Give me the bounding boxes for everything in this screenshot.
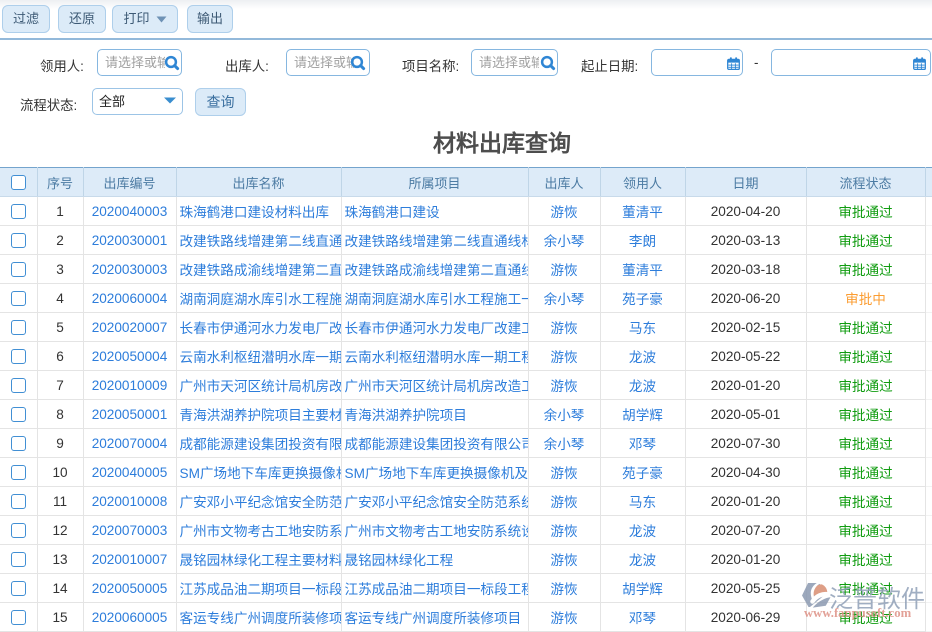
svg-text:www.fanpusoft.com: www.fanpusoft.com xyxy=(804,606,912,620)
